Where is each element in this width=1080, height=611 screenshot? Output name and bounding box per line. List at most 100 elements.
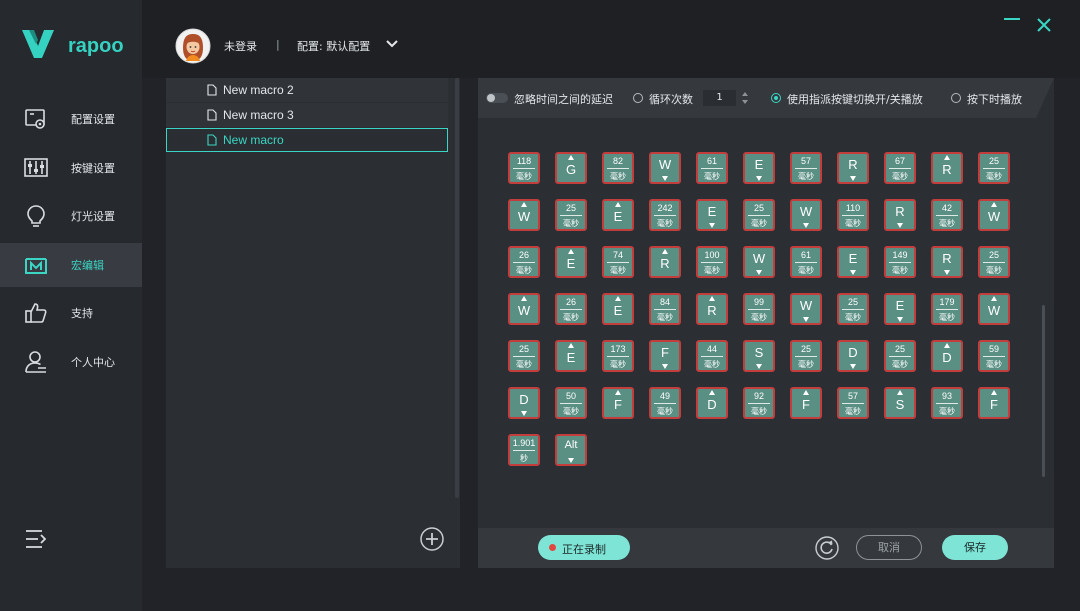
delay-step[interactable]: 25 毫秒 xyxy=(790,340,822,372)
key-release-step[interactable]: W xyxy=(508,199,540,231)
delay-step[interactable]: 173 毫秒 xyxy=(602,340,634,372)
delay-step[interactable]: 25 毫秒 xyxy=(837,293,869,325)
add-macro-button[interactable] xyxy=(420,527,444,551)
key-release-step[interactable]: F xyxy=(790,387,822,419)
close-icon[interactable] xyxy=(1036,17,1052,33)
key-press-step[interactable]: R xyxy=(884,199,916,231)
key-press-step[interactable]: S xyxy=(743,340,775,372)
list-item[interactable]: New macro 2 xyxy=(166,78,448,102)
sidebar-item-keys[interactable]: 按键设置 xyxy=(0,146,142,190)
list-item-selected[interactable]: New macro xyxy=(166,128,448,152)
delay-step[interactable]: 25 毫秒 xyxy=(555,199,587,231)
sidebar-item-lighting[interactable]: 灯光设置 xyxy=(0,194,142,238)
key-release-step[interactable]: F xyxy=(978,387,1010,419)
key-press-step[interactable]: D xyxy=(508,387,540,419)
delay-step[interactable]: 67 毫秒 xyxy=(884,152,916,184)
delay-step[interactable]: 179 毫秒 xyxy=(931,293,963,325)
delay-step[interactable]: 99 毫秒 xyxy=(743,293,775,325)
hold-play-radio[interactable] xyxy=(951,93,961,103)
ignore-delay-toggle[interactable] xyxy=(486,93,508,103)
key-release-step[interactable]: E xyxy=(602,199,634,231)
key-release-step[interactable]: D xyxy=(931,340,963,372)
loop-radio[interactable] xyxy=(633,93,643,103)
list-item[interactable]: New macro 3 xyxy=(166,103,448,127)
delay-step[interactable]: 42 毫秒 xyxy=(931,199,963,231)
minimize-icon[interactable] xyxy=(1003,18,1021,32)
profile-selector[interactable]: 配置: 默认配置 xyxy=(297,38,370,54)
key-release-step[interactable]: E xyxy=(555,340,587,372)
delay-step[interactable]: 110 毫秒 xyxy=(837,199,869,231)
loop-count-input[interactable]: 1 xyxy=(703,90,736,106)
delay-step[interactable]: 100 毫秒 xyxy=(696,246,728,278)
key-press-step[interactable]: E xyxy=(743,152,775,184)
delay-step[interactable]: 44 毫秒 xyxy=(696,340,728,372)
delay-step[interactable]: 25 毫秒 xyxy=(884,340,916,372)
key-release-step[interactable]: W xyxy=(978,199,1010,231)
delay-step[interactable]: 50 毫秒 xyxy=(555,387,587,419)
key-press-step[interactable]: R xyxy=(837,152,869,184)
key-release-step[interactable]: F xyxy=(602,387,634,419)
avatar[interactable] xyxy=(175,28,211,64)
cancel-button[interactable]: 取消 xyxy=(856,535,922,560)
delay-step[interactable]: 61 毫秒 xyxy=(790,246,822,278)
key-release-step[interactable]: E xyxy=(555,246,587,278)
login-status[interactable]: 未登录 xyxy=(224,38,257,54)
key-release-step[interactable]: S xyxy=(884,387,916,419)
delay-step[interactable]: 49 毫秒 xyxy=(649,387,681,419)
key-release-step[interactable]: E xyxy=(602,293,634,325)
key-release-step[interactable]: R xyxy=(696,293,728,325)
key-press-step[interactable]: E xyxy=(696,199,728,231)
delay-step[interactable]: 57 毫秒 xyxy=(790,152,822,184)
key-press-step[interactable]: W xyxy=(649,152,681,184)
key-press-step[interactable]: F xyxy=(649,340,681,372)
delay-step[interactable]: 74 毫秒 xyxy=(602,246,634,278)
delay-step[interactable]: 242 毫秒 xyxy=(649,199,681,231)
key-press-step[interactable]: W xyxy=(790,293,822,325)
delay-step[interactable]: 25 毫秒 xyxy=(978,152,1010,184)
toggle-play-radio[interactable] xyxy=(771,93,781,103)
delay-step[interactable]: 149 毫秒 xyxy=(884,246,916,278)
delay-divider xyxy=(560,403,582,404)
key-release-step[interactable]: D xyxy=(696,387,728,419)
delay-step[interactable]: 92 毫秒 xyxy=(743,387,775,419)
delay-step[interactable]: 26 毫秒 xyxy=(555,293,587,325)
key-press-step[interactable]: E xyxy=(837,246,869,278)
sidebar-item-profile[interactable]: 个人中心 xyxy=(0,340,142,384)
delay-step[interactable]: 25 毫秒 xyxy=(978,246,1010,278)
steps-scrollbar[interactable] xyxy=(1042,305,1045,477)
delay-step[interactable]: 57 毫秒 xyxy=(837,387,869,419)
collapse-menu-icon[interactable] xyxy=(24,528,48,550)
key-press-step[interactable]: R xyxy=(931,246,963,278)
key-press-step[interactable]: Alt xyxy=(555,434,587,466)
delay-step[interactable]: 118 毫秒 xyxy=(508,152,540,184)
delay-step[interactable]: 1.901 秒 xyxy=(508,434,540,466)
list-scrollbar[interactable] xyxy=(455,78,459,498)
delay-step[interactable]: 82 毫秒 xyxy=(602,152,634,184)
chevron-down-icon[interactable] xyxy=(385,39,399,49)
key-release-step[interactable]: G xyxy=(555,152,587,184)
sidebar-item-macro[interactable]: 宏编辑 xyxy=(0,243,142,287)
save-button[interactable]: 保存 xyxy=(942,535,1008,560)
refresh-icon[interactable] xyxy=(815,536,839,560)
sidebar-item-config[interactable]: 配置设置 xyxy=(0,97,142,141)
key-release-step[interactable]: R xyxy=(931,152,963,184)
delay-step[interactable]: 84 毫秒 xyxy=(649,293,681,325)
key-press-step[interactable]: W xyxy=(743,246,775,278)
key-release-step[interactable]: R xyxy=(649,246,681,278)
delay-step[interactable]: 93 毫秒 xyxy=(931,387,963,419)
delay-step[interactable]: 26 毫秒 xyxy=(508,246,540,278)
key-release-step[interactable]: W xyxy=(508,293,540,325)
delay-step[interactable]: 59 毫秒 xyxy=(978,340,1010,372)
stepper-arrows-icon[interactable] xyxy=(740,90,750,106)
delay-value: 118 xyxy=(516,156,532,166)
delay-step[interactable]: 25 毫秒 xyxy=(743,199,775,231)
delay-step[interactable]: 61 毫秒 xyxy=(696,152,728,184)
key-release-step[interactable]: W xyxy=(978,293,1010,325)
key-press-step[interactable]: W xyxy=(790,199,822,231)
record-button[interactable]: 正在录制 xyxy=(538,535,630,560)
key-press-step[interactable]: D xyxy=(837,340,869,372)
arrow-down-icon xyxy=(897,223,903,228)
key-press-step[interactable]: E xyxy=(884,293,916,325)
delay-step[interactable]: 25 毫秒 xyxy=(508,340,540,372)
sidebar-item-support[interactable]: 支持 xyxy=(0,291,142,335)
